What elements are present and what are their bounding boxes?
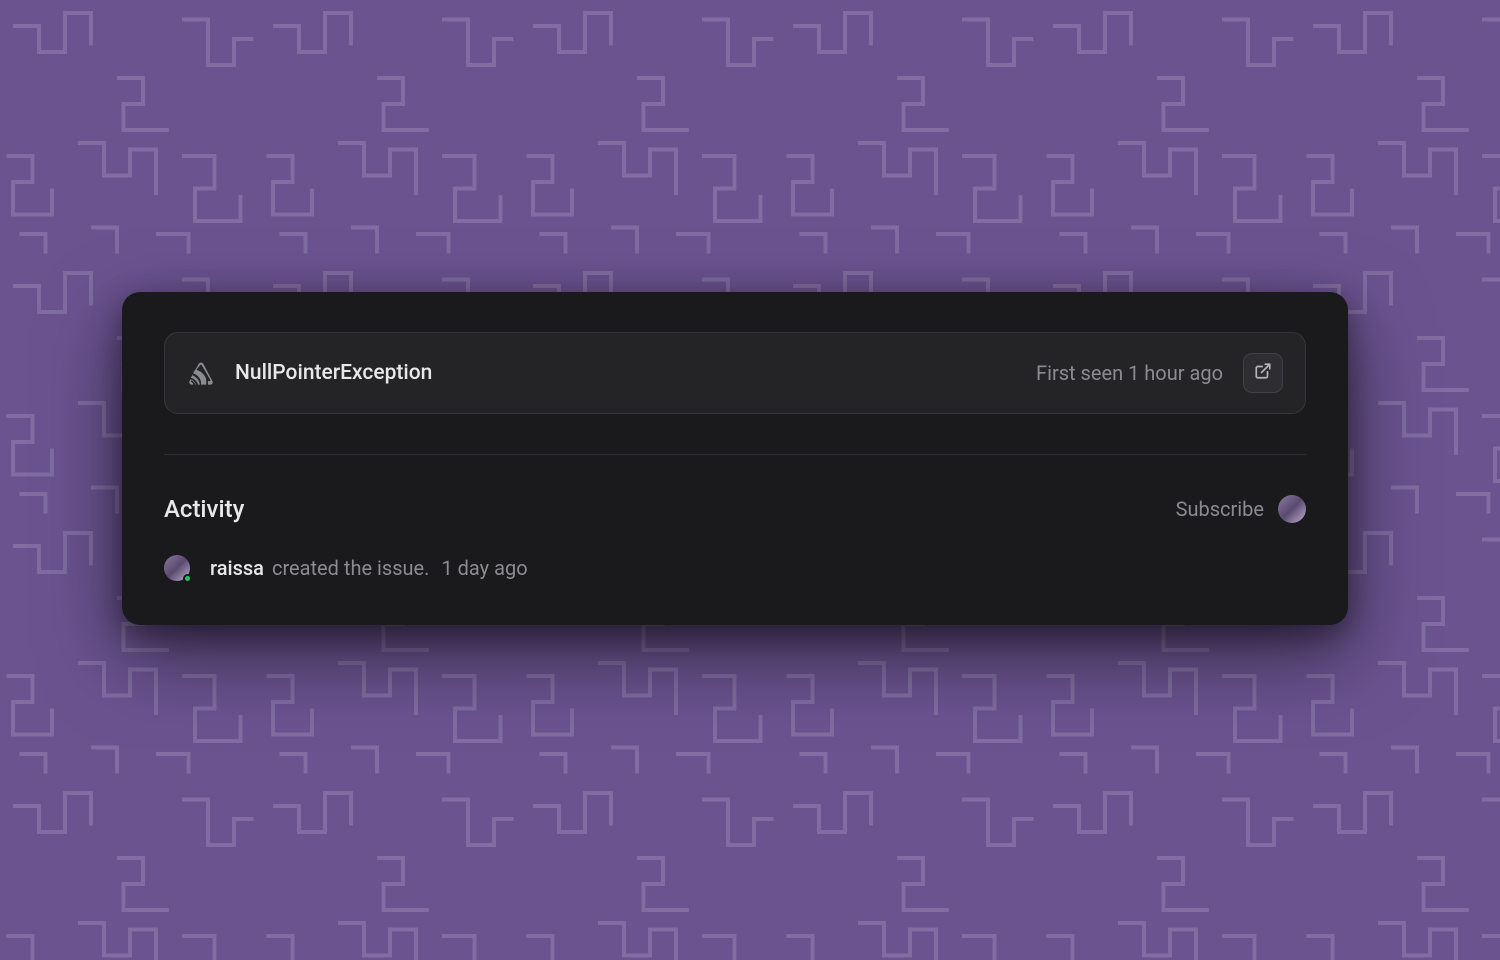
issue-card: NullPointerException First seen 1 hour a… [122, 292, 1348, 625]
subscriber-avatar[interactable] [1278, 495, 1306, 523]
activity-heading: Activity [164, 495, 244, 523]
activity-timestamp: 1 day ago [441, 556, 527, 580]
external-link-icon [1254, 362, 1272, 384]
open-external-button[interactable] [1243, 353, 1283, 393]
activity-user[interactable]: raissa [210, 556, 264, 580]
activity-action: created the issue. [272, 556, 429, 580]
subscribe-button[interactable]: Subscribe [1176, 497, 1264, 521]
activity-entry: raissa created the issue. 1 day ago [164, 555, 1306, 581]
sentry-icon [187, 359, 215, 387]
activity-text: raissa created the issue. 1 day ago [210, 556, 528, 580]
activity-section: Activity Subscribe raissa created the is… [164, 495, 1306, 581]
subscribe-area: Subscribe [1176, 495, 1306, 523]
first-seen-label: First seen 1 hour ago [1036, 361, 1223, 385]
activity-header: Activity Subscribe [164, 495, 1306, 523]
user-avatar[interactable] [164, 555, 190, 581]
issue-title: NullPointerException [235, 361, 1016, 385]
online-status-icon [183, 574, 192, 583]
issue-summary-bar[interactable]: NullPointerException First seen 1 hour a… [164, 332, 1306, 414]
divider [164, 454, 1306, 455]
